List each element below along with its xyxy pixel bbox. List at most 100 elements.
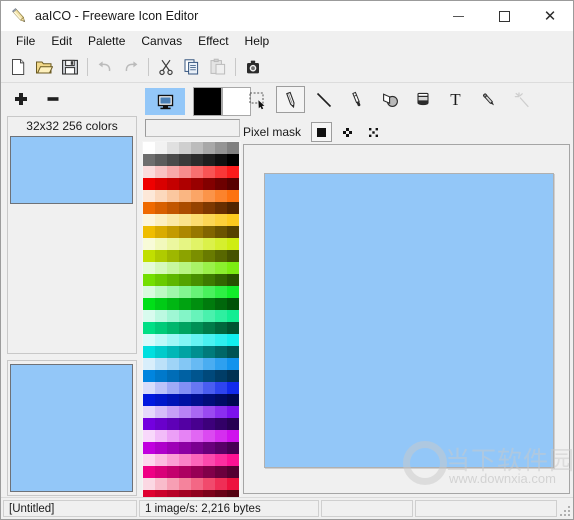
palette-swatch[interactable]	[179, 370, 191, 382]
palette-swatch[interactable]	[203, 442, 215, 454]
palette-swatch[interactable]	[227, 310, 239, 322]
palette-swatch[interactable]	[203, 178, 215, 190]
select-tool[interactable]	[243, 86, 272, 113]
palette-swatch[interactable]	[227, 442, 239, 454]
palette-swatch[interactable]	[227, 322, 239, 334]
palette-swatch[interactable]	[227, 190, 239, 202]
palette-swatch[interactable]	[167, 418, 179, 430]
palette-swatch[interactable]	[203, 142, 215, 154]
palette-swatch[interactable]	[191, 310, 203, 322]
palette-swatch[interactable]	[155, 310, 167, 322]
palette-swatch[interactable]	[215, 418, 227, 430]
palette-swatch[interactable]	[191, 262, 203, 274]
color-palette-grid[interactable]	[142, 141, 241, 503]
palette-swatch[interactable]	[167, 178, 179, 190]
palette-swatch[interactable]	[227, 358, 239, 370]
palette-swatch[interactable]	[203, 406, 215, 418]
palette-swatch[interactable]	[179, 322, 191, 334]
palette-swatch[interactable]	[143, 226, 155, 238]
palette-swatch[interactable]	[143, 466, 155, 478]
palette-swatch[interactable]	[215, 178, 227, 190]
palette-swatch[interactable]	[215, 238, 227, 250]
palette-swatch[interactable]	[155, 262, 167, 274]
preview-image-small[interactable]	[10, 364, 133, 492]
palette-swatch[interactable]	[203, 190, 215, 202]
palette-swatch[interactable]	[227, 466, 239, 478]
palette-swatch[interactable]	[143, 334, 155, 346]
palette-swatch[interactable]	[143, 190, 155, 202]
palette-swatch[interactable]	[143, 310, 155, 322]
palette-swatch[interactable]	[167, 406, 179, 418]
maximize-button[interactable]	[481, 1, 527, 31]
palette-swatch[interactable]	[215, 454, 227, 466]
palette-swatch[interactable]	[191, 250, 203, 262]
palette-swatch[interactable]	[167, 394, 179, 406]
palette-swatch[interactable]	[167, 262, 179, 274]
palette-swatch[interactable]	[191, 334, 203, 346]
palette-swatch[interactable]	[215, 322, 227, 334]
palette-swatch[interactable]	[215, 286, 227, 298]
palette-swatch[interactable]	[143, 178, 155, 190]
palette-swatch[interactable]	[203, 430, 215, 442]
palette-swatch[interactable]	[167, 478, 179, 490]
zoom-in-button[interactable]	[9, 87, 33, 111]
fill-tool[interactable]	[408, 86, 437, 113]
palette-swatch[interactable]	[191, 418, 203, 430]
palette-swatch[interactable]	[227, 154, 239, 166]
palette-swatch[interactable]	[179, 262, 191, 274]
palette-swatch[interactable]	[179, 250, 191, 262]
palette-swatch[interactable]	[179, 418, 191, 430]
palette-swatch[interactable]	[191, 190, 203, 202]
palette-swatch[interactable]	[143, 202, 155, 214]
palette-swatch[interactable]	[215, 250, 227, 262]
palette-swatch[interactable]	[227, 250, 239, 262]
palette-swatch[interactable]	[167, 382, 179, 394]
palette-swatch[interactable]	[215, 346, 227, 358]
palette-swatch[interactable]	[155, 346, 167, 358]
capture-button[interactable]	[240, 55, 266, 80]
palette-swatch[interactable]	[155, 274, 167, 286]
palette-swatch[interactable]	[167, 238, 179, 250]
copy-button[interactable]	[179, 55, 205, 80]
palette-swatch[interactable]	[143, 358, 155, 370]
preview-image-large[interactable]	[10, 136, 133, 204]
palette-swatch[interactable]	[179, 478, 191, 490]
palette-swatch[interactable]	[143, 346, 155, 358]
palette-swatch[interactable]	[155, 238, 167, 250]
palette-swatch[interactable]	[191, 442, 203, 454]
palette-swatch[interactable]	[191, 178, 203, 190]
eyedropper-tool[interactable]	[474, 86, 503, 113]
palette-swatch[interactable]	[215, 166, 227, 178]
palette-swatch[interactable]	[179, 274, 191, 286]
palette-swatch[interactable]	[143, 442, 155, 454]
palette-swatch[interactable]	[191, 394, 203, 406]
menu-edit[interactable]: Edit	[43, 32, 80, 51]
palette-swatch[interactable]	[203, 166, 215, 178]
palette-swatch[interactable]	[203, 262, 215, 274]
resize-grip[interactable]	[558, 504, 572, 518]
palette-swatch[interactable]	[227, 454, 239, 466]
new-file-button[interactable]	[5, 55, 31, 80]
palette-swatch[interactable]	[179, 394, 191, 406]
pencil-tool[interactable]	[276, 86, 305, 113]
palette-swatch[interactable]	[179, 238, 191, 250]
palette-swatch[interactable]	[203, 298, 215, 310]
palette-swatch[interactable]	[191, 358, 203, 370]
palette-swatch[interactable]	[167, 466, 179, 478]
palette-swatch[interactable]	[155, 190, 167, 202]
palette-swatch[interactable]	[155, 442, 167, 454]
palette-swatch[interactable]	[143, 418, 155, 430]
open-file-button[interactable]	[31, 55, 57, 80]
palette-swatch[interactable]	[179, 406, 191, 418]
palette-swatch[interactable]	[143, 166, 155, 178]
palette-swatch[interactable]	[155, 430, 167, 442]
palette-swatch[interactable]	[167, 274, 179, 286]
palette-swatch[interactable]	[155, 382, 167, 394]
palette-swatch[interactable]	[167, 310, 179, 322]
palette-swatch[interactable]	[167, 370, 179, 382]
palette-swatch[interactable]	[167, 226, 179, 238]
palette-swatch[interactable]	[179, 202, 191, 214]
palette-swatch[interactable]	[167, 454, 179, 466]
palette-swatch[interactable]	[215, 274, 227, 286]
palette-swatch[interactable]	[215, 466, 227, 478]
